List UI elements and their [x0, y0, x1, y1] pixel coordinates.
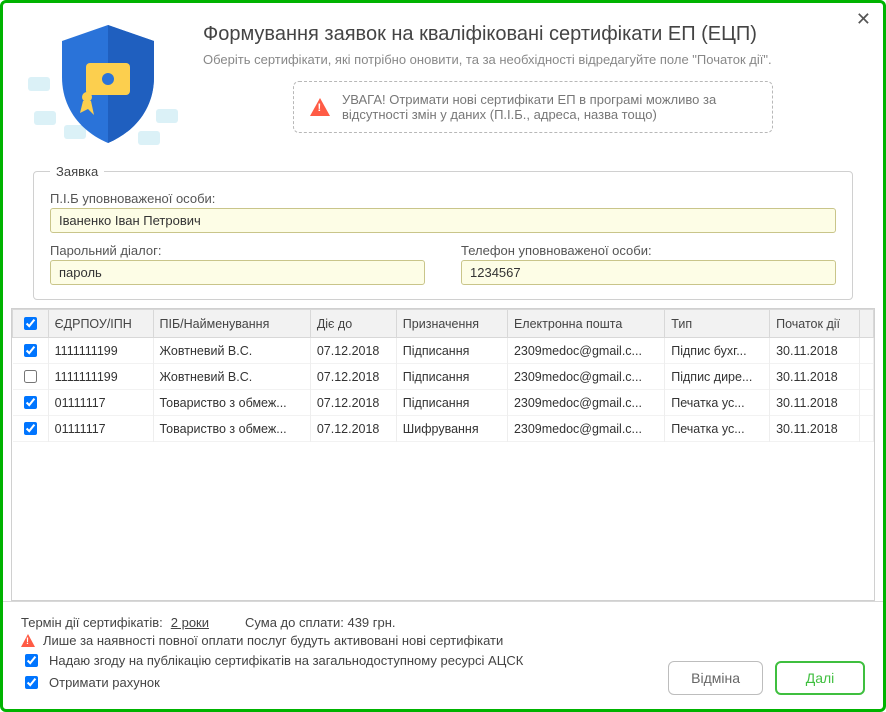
- row-checkbox[interactable]: [24, 344, 37, 357]
- password-dialog-input[interactable]: [50, 260, 425, 285]
- table-row[interactable]: 1111111199Жовтневий В.С.07.12.2018Підпис…: [13, 364, 874, 390]
- select-all-checkbox[interactable]: [24, 317, 37, 330]
- col-start[interactable]: Початок дії: [770, 310, 860, 338]
- row-checkbox[interactable]: [24, 370, 37, 383]
- table-header-row: ЄДРПОУ/ІПН ПІБ/Найменування Діє до Призн…: [13, 310, 874, 338]
- consent-invoice-checkbox[interactable]: [25, 676, 38, 689]
- cell-name: Жовтневий В.С.: [153, 338, 310, 364]
- cell-edrpou: 1111111199: [48, 364, 153, 390]
- consent-publish-label[interactable]: Надаю згоду на публікацію сертифікатів н…: [49, 653, 523, 668]
- request-fieldset: Заявка П.І.Б уповноваженої особи: Пароль…: [33, 164, 853, 300]
- row-checkbox[interactable]: [24, 396, 37, 409]
- page-subtitle: Оберіть сертифікати, які потрібно оновит…: [203, 52, 863, 67]
- cell-type: Печатка ус...: [665, 416, 770, 442]
- sum-label: Сума до сплати: 439 грн.: [245, 615, 396, 630]
- consent-invoice-label[interactable]: Отримати рахунок: [49, 675, 160, 690]
- table-row[interactable]: 1111111199Жовтневий В.С.07.12.2018Підпис…: [13, 338, 874, 364]
- cell-purpose: Підписання: [396, 338, 507, 364]
- cell-edrpou: 1111111199: [48, 338, 153, 364]
- cell-name: Товариство з обмеж...: [153, 416, 310, 442]
- cell-valid: 07.12.2018: [310, 364, 396, 390]
- phone-label: Телефон уповноваженої особи:: [461, 243, 836, 258]
- certificates-table: ЄДРПОУ/ІПН ПІБ/Найменування Діє до Призн…: [12, 309, 874, 442]
- cell-start: 30.11.2018: [770, 416, 860, 442]
- col-email[interactable]: Електронна пошта: [507, 310, 664, 338]
- term-value[interactable]: 2 роки: [171, 615, 209, 630]
- certificates-table-wrap[interactable]: ЄДРПОУ/ІПН ПІБ/Найменування Діє до Призн…: [11, 308, 875, 601]
- cell-name: Товариство з обмеж...: [153, 390, 310, 416]
- consent-publish-checkbox[interactable]: [25, 654, 38, 667]
- pib-input[interactable]: [50, 208, 836, 233]
- cell-valid: 07.12.2018: [310, 416, 396, 442]
- col-purpose[interactable]: Призначення: [396, 310, 507, 338]
- cell-edrpou: 01111117: [48, 390, 153, 416]
- warning-icon: [21, 634, 35, 647]
- warning-text: УВАГА! Отримати нові сертифікати ЕП в пр…: [342, 92, 756, 122]
- cell-email: 2309medoc@gmail.c...: [507, 364, 664, 390]
- password-dialog-label: Парольний діалог:: [50, 243, 425, 258]
- table-row[interactable]: 01111117Товариство з обмеж...07.12.2018Ш…: [13, 416, 874, 442]
- cell-type: Підпис дире...: [665, 364, 770, 390]
- cell-start: 30.11.2018: [770, 338, 860, 364]
- term-label: Термін дії сертифікатів:: [21, 615, 163, 630]
- close-icon[interactable]: ✕: [856, 9, 871, 30]
- page-title: Формування заявок на кваліфіковані серти…: [203, 23, 863, 46]
- cell-email: 2309medoc@gmail.c...: [507, 390, 664, 416]
- cancel-button[interactable]: Відміна: [668, 661, 763, 695]
- row-checkbox[interactable]: [24, 422, 37, 435]
- cell-email: 2309medoc@gmail.c...: [507, 338, 664, 364]
- cell-purpose: Підписання: [396, 390, 507, 416]
- col-type[interactable]: Тип: [665, 310, 770, 338]
- col-edrpou[interactable]: ЄДРПОУ/ІПН: [48, 310, 153, 338]
- shield-illustration: [23, 19, 203, 152]
- warning-banner: УВАГА! Отримати нові сертифікати ЕП в пр…: [293, 81, 773, 133]
- col-name[interactable]: ПІБ/Найменування: [153, 310, 310, 338]
- footer-warning: Лише за наявності повної оплати послуг б…: [43, 633, 503, 648]
- warning-icon: [310, 98, 330, 116]
- cell-type: Підпис бухг...: [665, 338, 770, 364]
- cell-start: 30.11.2018: [770, 364, 860, 390]
- cell-purpose: Шифрування: [396, 416, 507, 442]
- col-valid[interactable]: Діє до: [310, 310, 396, 338]
- cell-edrpou: 01111117: [48, 416, 153, 442]
- cell-type: Печатка ус...: [665, 390, 770, 416]
- next-button[interactable]: Далі: [775, 661, 865, 695]
- fieldset-legend: Заявка: [50, 164, 104, 179]
- cell-valid: 07.12.2018: [310, 390, 396, 416]
- table-row[interactable]: 01111117Товариство з обмеж...07.12.2018П…: [13, 390, 874, 416]
- col-extra: [860, 310, 874, 338]
- cell-email: 2309medoc@gmail.c...: [507, 416, 664, 442]
- pib-label: П.І.Б уповноваженої особи:: [50, 191, 836, 206]
- cell-start: 30.11.2018: [770, 390, 860, 416]
- cell-valid: 07.12.2018: [310, 338, 396, 364]
- cell-name: Жовтневий В.С.: [153, 364, 310, 390]
- cell-purpose: Підписання: [396, 364, 507, 390]
- phone-input[interactable]: [461, 260, 836, 285]
